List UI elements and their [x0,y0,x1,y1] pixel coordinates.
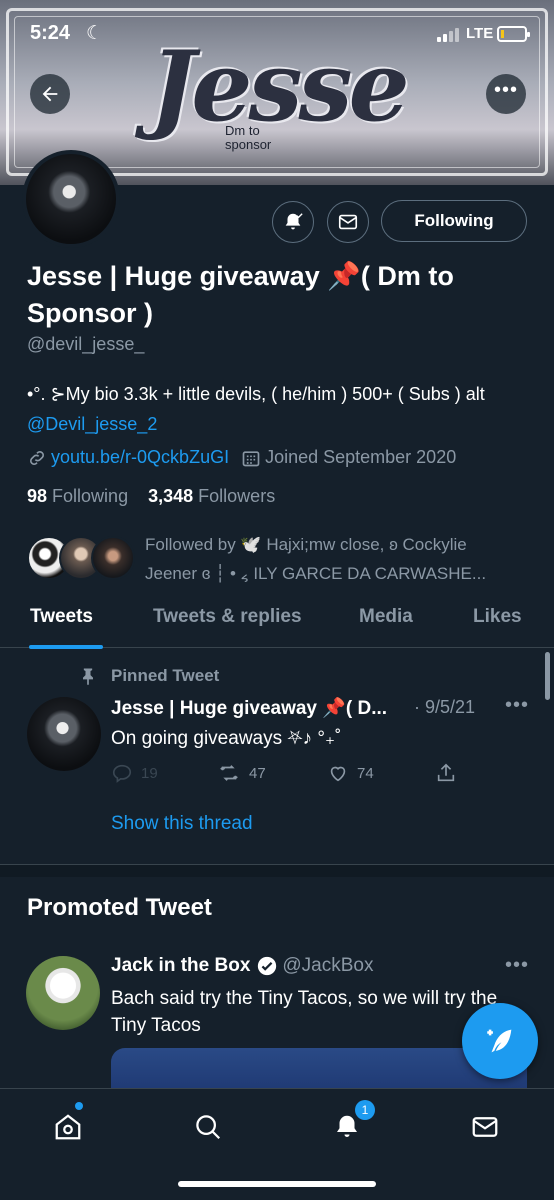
bell-check-icon [285,213,303,230]
reply-action[interactable]: 19 [111,762,158,784]
promoted-author-name: Jack in the Box [111,955,251,976]
followed-by-line-1: Followed by 🕊️ Hajxi;mw close, ʚ Cockyli… [145,535,467,554]
followed-by[interactable]: Followed by 🕊️ Hajxi;mw close, ʚ Cockyli… [27,530,527,586]
following-count-link[interactable]: 98 Following [27,486,128,506]
retweet-action[interactable]: 47 [217,762,266,784]
heart-icon [330,766,346,782]
show-thread-link[interactable]: Show this thread [111,813,253,835]
tab-tweets[interactable]: Tweets [30,606,93,628]
joined-date: Joined September 2020 [265,447,457,467]
promoted-tweet-heading: Promoted Tweet [27,894,212,921]
following-button[interactable]: Following [381,200,527,242]
like-count: 74 [357,764,374,782]
calendar-icon [242,450,260,466]
banner-sub-line-2: sponsor [225,137,272,152]
share-action[interactable] [435,762,457,784]
share-icon [437,763,455,782]
tweet-author-name[interactable]: Jesse | Huge giveaway 📌( D... [111,696,387,720]
follow-counts: 98 Following 3,348 Followers [27,486,275,507]
followers-count-link[interactable]: 3,348 Followers [148,486,275,506]
following-label: Following [52,486,129,506]
pin-icon [78,666,98,691]
pinned-tweet-label: Pinned Tweet [111,666,220,685]
battery-icon [497,26,530,42]
status-bar: 5:24 ☾ LTE [0,0,554,64]
link-icon [30,450,44,465]
reply-icon [112,764,132,783]
nav-messages[interactable] [465,1107,505,1147]
nav-home[interactable] [48,1107,88,1147]
tweet-actions: 19 47 74 [111,762,471,788]
like-action[interactable]: 74 [327,762,374,784]
tweet-author-avatar[interactable] [27,697,101,771]
notification-badge: 1 [355,1100,375,1120]
message-button[interactable] [327,201,369,243]
compose-feather-icon [487,1029,512,1053]
promoted-author-handle: @JackBox [282,955,374,976]
tweet-more-icon[interactable]: ••• [505,694,529,717]
followed-by-line-2: Jeener ɞ ┆ • ៹ ILY GARCE DA CARWASHE... [145,564,487,583]
joined-item: Joined September 2020 [241,447,456,468]
followers-label: Followers [198,486,276,506]
following-count: 98 [27,486,48,506]
moon-icon: ☾ [86,23,104,44]
notifications-toggle-button[interactable] [272,201,314,243]
tweet-text: On going giveaways ⛧♪ °₊˚ [111,728,342,749]
website-item[interactable]: youtu.be/r-0QckbZuGI [27,447,229,468]
active-tab-indicator [29,645,103,649]
status-time: 5:24 [30,22,71,44]
follower-avatar [91,536,135,580]
compose-tweet-button[interactable] [462,1003,538,1079]
bio-text: •°. ⊱My bio 3.3k + little devils, ( he/h… [27,384,485,404]
envelope-icon [338,214,358,230]
promoted-more-icon[interactable]: ••• [505,954,529,977]
profile-meta: youtu.be/r-0QckbZuGI Joined September 20… [27,447,468,468]
tab-likes[interactable]: Likes [473,606,522,628]
bio-mention-link[interactable]: @Devil_jesse_2 [27,414,157,434]
profile-name: Jesse | Huge giveaway 📌( Dm to Sponsor ) [27,261,454,328]
followers-count: 3,348 [148,486,194,506]
tab-tweets-replies[interactable]: Tweets & replies [153,606,302,628]
retweet-icon [220,765,238,781]
followed-by-text: Followed by 🕊️ Hajxi;mw close, ʚ Cockyli… [145,530,525,588]
arrow-left-icon [42,86,58,102]
website-link[interactable]: youtu.be/r-0QckbZuGI [51,447,229,468]
profile-avatar[interactable] [22,150,120,248]
followed-by-avatars [27,536,135,580]
retweet-count: 47 [249,764,266,782]
network-label: LTE [466,25,494,42]
tab-media[interactable]: Media [359,606,413,628]
profile-tabs: Tweets Tweets & replies Media Likes [0,596,554,648]
banner-sub-line-1: Dm to [225,123,260,138]
home-icon [55,1114,81,1140]
search-icon [196,1115,221,1140]
verified-badge-icon [258,956,277,976]
more-icon: ••• [493,78,518,101]
reply-count: 19 [141,764,158,782]
promoted-author[interactable]: Jack in the Box @JackBox [111,955,374,977]
back-button[interactable] [30,74,70,114]
section-gap [0,865,554,877]
scrollbar[interactable] [545,652,550,700]
nav-search[interactable] [188,1107,228,1147]
promoted-author-avatar[interactable] [26,956,100,1030]
more-options-button[interactable]: ••• [486,74,526,114]
home-indicator[interactable] [178,1181,376,1187]
envelope-icon [472,1117,498,1137]
signal-icon [437,28,461,42]
banner-sub-text: Dm to sponsor [225,124,271,152]
tweet-date: · 9/5/21 [414,697,476,717]
profile-handle: @devil_jesse_ [27,334,145,354]
profile-bio: •°. ⊱My bio 3.3k + little devils, ( he/h… [27,379,527,439]
promoted-text: Bach said try the Tiny Tacos, so we will… [111,988,498,1036]
home-unread-dot [75,1102,83,1110]
